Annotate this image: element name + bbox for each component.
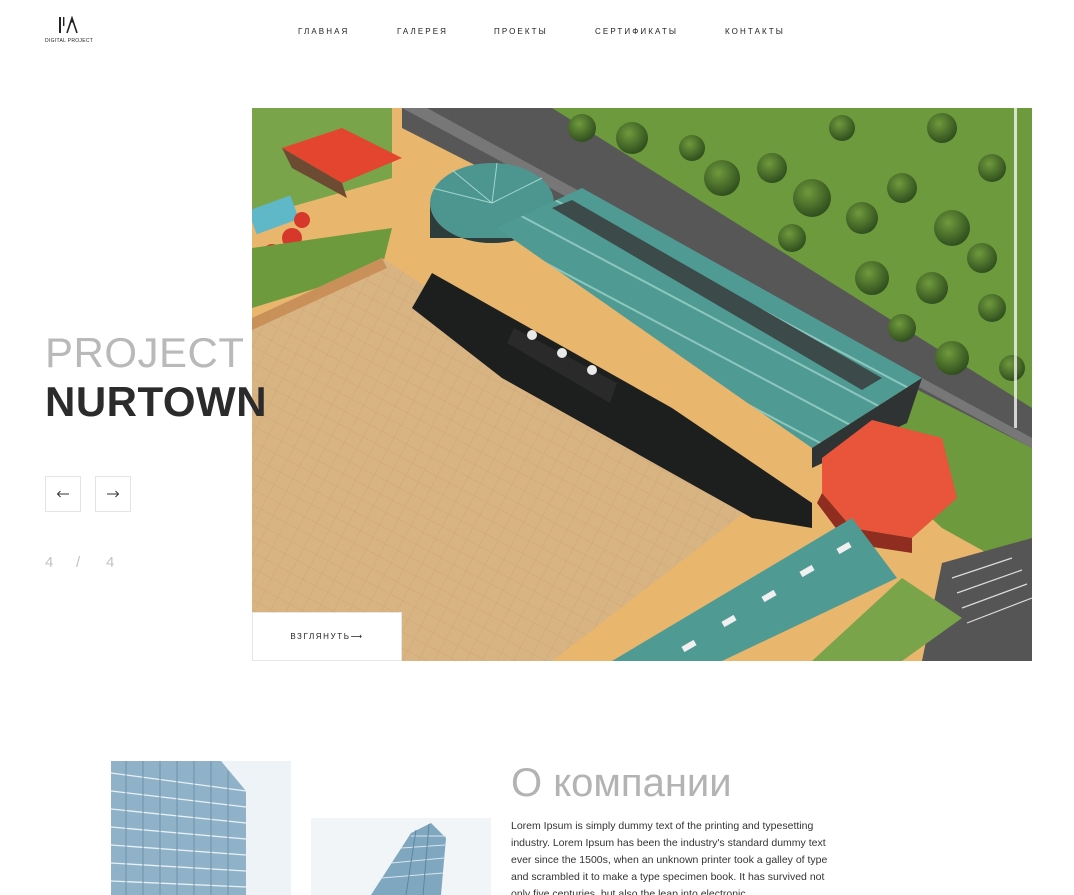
hero-project-image [252,108,1032,661]
about-building-image-1 [111,761,291,895]
nav-item-contacts[interactable]: КОНТАКТЫ [725,27,785,36]
current-slide: 4 [45,554,54,571]
hero-title-line2: NURTOWN [45,378,268,425]
nav-item-certificates[interactable]: СЕРТИФИКАТЫ [595,27,678,36]
slider-next-button[interactable] [95,476,131,512]
about-text: Lorem Ipsum is simply dummy text of the … [511,820,828,895]
slider-prev-button[interactable] [45,476,81,512]
glass-tower-image [311,818,491,895]
about-title: О компании [511,761,732,805]
hero-title-line1: PROJECT [45,329,245,376]
glass-building-image [111,761,291,895]
view-project-button[interactable]: ВЗГЛЯНУТЬ⟶ [252,612,402,661]
nav-item-gallery[interactable]: ГАЛЕРЕЯ [397,27,448,36]
aerial-render-image [252,108,1032,661]
logo-text: DIGITAL PROJECT [45,38,94,44]
logo[interactable]: DIGITAL PROJECT [45,16,93,48]
about-building-image-2 [311,818,491,895]
logo-mark-icon [59,16,78,34]
nav-item-projects[interactable]: ПРОЕКТЫ [494,27,548,36]
total-slides: 4 [106,554,115,571]
arrow-right-icon [107,490,120,498]
arrow-left-icon [56,490,69,498]
nav-item-home[interactable]: ГЛАВНАЯ [298,27,349,36]
counter-separator: / [76,554,81,571]
